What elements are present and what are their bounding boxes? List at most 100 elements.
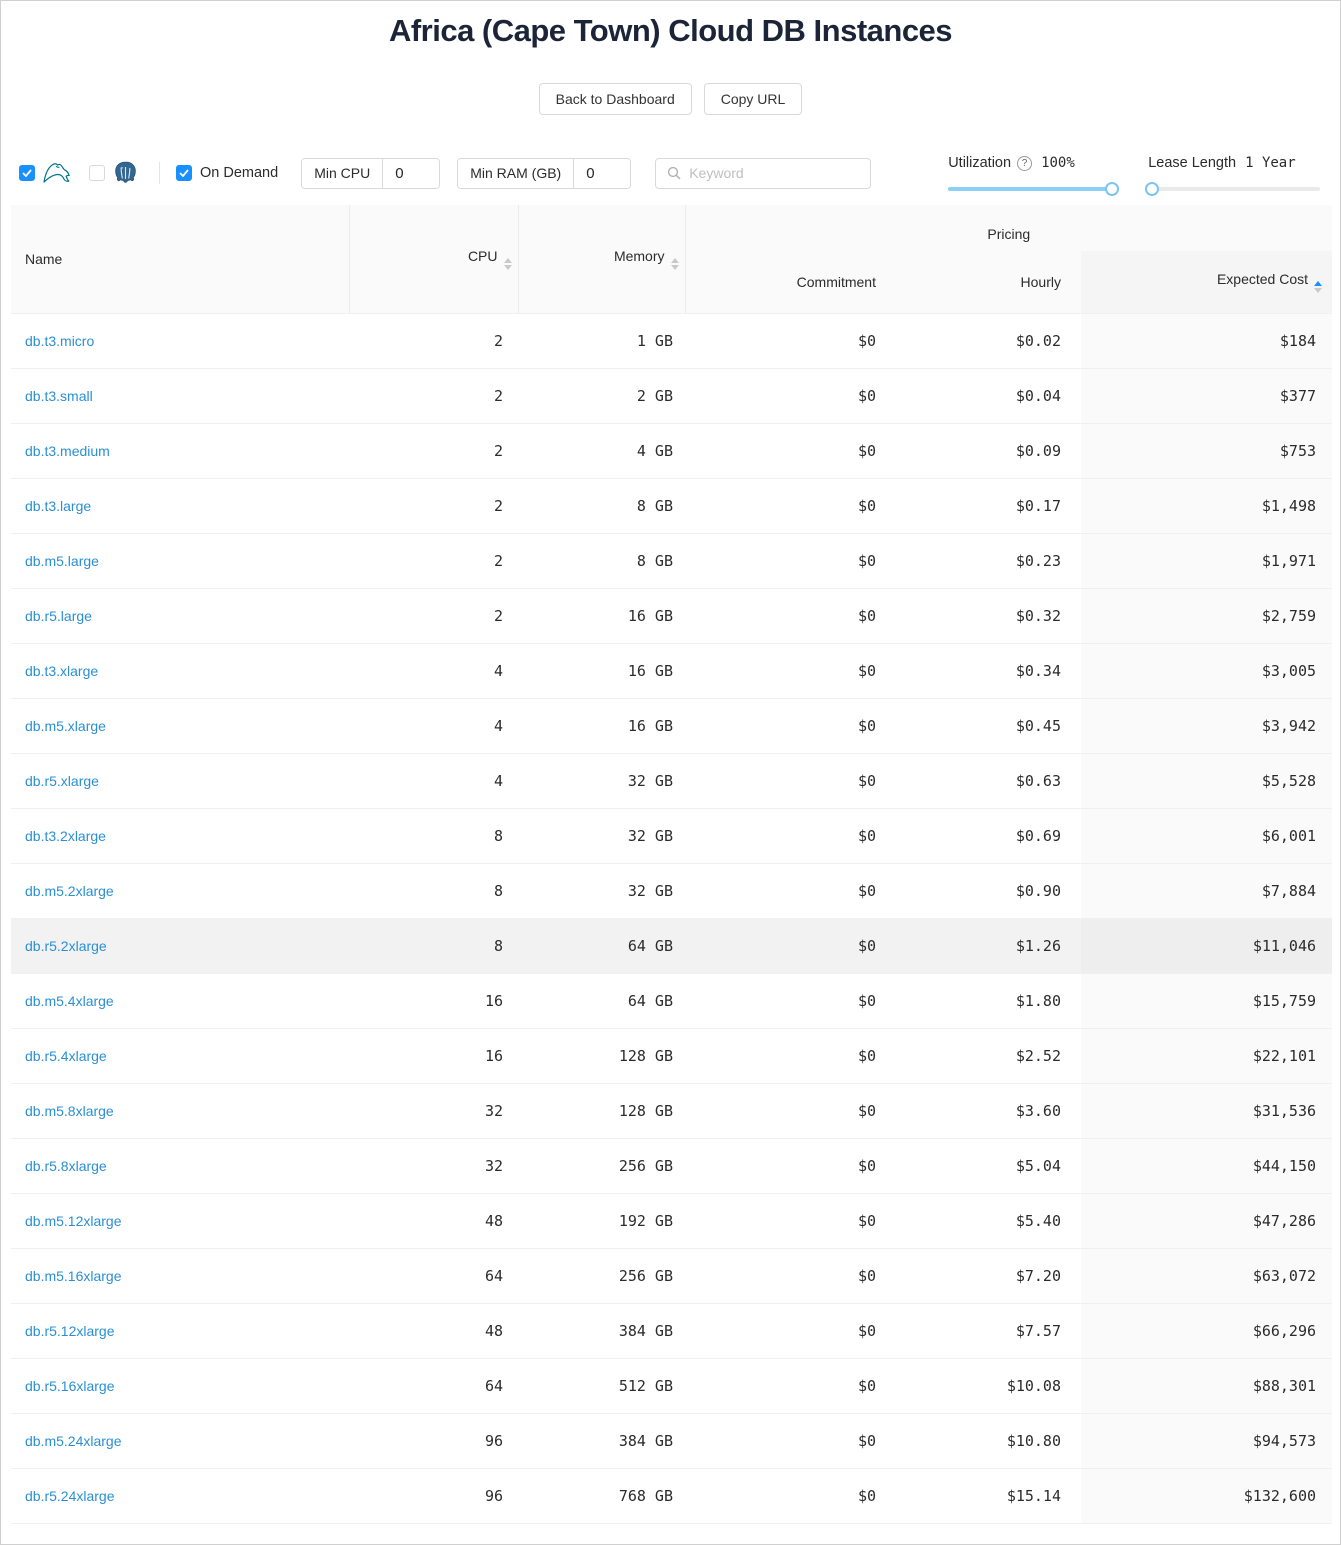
table-row[interactable]: db.t3.small 2 2 GB $0 $0.04 $377 bbox=[11, 368, 1332, 423]
cpu-sort-icon[interactable] bbox=[504, 258, 512, 270]
table-row[interactable]: db.t3.xlarge 4 16 GB $0 $0.34 $3,005 bbox=[11, 643, 1332, 698]
table-row[interactable]: db.r5.24xlarge 96 768 GB $0 $15.14 $132,… bbox=[11, 1468, 1332, 1523]
instance-name-link[interactable]: db.m5.2xlarge bbox=[25, 883, 114, 899]
table-row[interactable]: db.m5.large 2 8 GB $0 $0.23 $1,971 bbox=[11, 533, 1332, 588]
commitment-cell: $0 bbox=[685, 313, 887, 368]
expected-cost-cell: $3,942 bbox=[1081, 698, 1332, 753]
column-header-cpu[interactable]: CPU bbox=[349, 205, 518, 313]
table-row[interactable]: db.m5.2xlarge 8 32 GB $0 $0.90 $7,884 bbox=[11, 863, 1332, 918]
expected-cost-sort-icon[interactable] bbox=[1314, 281, 1322, 293]
instance-name-link[interactable]: db.r5.4xlarge bbox=[25, 1048, 107, 1064]
table-row[interactable]: db.m5.xlarge 4 16 GB $0 $0.45 $3,942 bbox=[11, 698, 1332, 753]
help-icon[interactable]: ? bbox=[1017, 156, 1032, 171]
expected-cost-cell: $63,072 bbox=[1081, 1248, 1332, 1303]
column-header-expected-cost[interactable]: Expected Cost bbox=[1081, 251, 1332, 313]
memory-cell: 32 GB bbox=[518, 808, 685, 863]
table-row[interactable]: db.r5.16xlarge 64 512 GB $0 $10.08 $88,3… bbox=[11, 1358, 1332, 1413]
table-row[interactable]: db.t3.large 2 8 GB $0 $0.17 $1,498 bbox=[11, 478, 1332, 533]
instance-name-link[interactable]: db.r5.large bbox=[25, 608, 92, 624]
memory-cell: 128 GB bbox=[518, 1083, 685, 1138]
expected-cost-cell: $15,759 bbox=[1081, 973, 1332, 1028]
hourly-cell: $0.69 bbox=[887, 808, 1081, 863]
hourly-cell: $5.40 bbox=[887, 1193, 1081, 1248]
instance-name-link[interactable]: db.t3.small bbox=[25, 388, 93, 404]
column-header-hourly[interactable]: Hourly bbox=[887, 251, 1081, 313]
table-row[interactable]: db.m5.4xlarge 16 64 GB $0 $1.80 $15,759 bbox=[11, 973, 1332, 1028]
table-row[interactable]: db.m5.16xlarge 64 256 GB $0 $7.20 $63,07… bbox=[11, 1248, 1332, 1303]
mysql-filter[interactable] bbox=[19, 161, 72, 185]
column-group-pricing: Pricing bbox=[685, 205, 1332, 251]
page: Africa (Cape Town) Cloud DB Instances Ba… bbox=[0, 0, 1341, 1545]
commitment-cell: $0 bbox=[685, 588, 887, 643]
keyword-input[interactable] bbox=[689, 165, 859, 181]
commitment-cell: $0 bbox=[685, 753, 887, 808]
instance-name-link[interactable]: db.t3.micro bbox=[25, 333, 94, 349]
instance-name-link[interactable]: db.t3.xlarge bbox=[25, 663, 98, 679]
column-header-memory[interactable]: Memory bbox=[518, 205, 685, 313]
table-row[interactable]: db.m5.12xlarge 48 192 GB $0 $5.40 $47,28… bbox=[11, 1193, 1332, 1248]
instance-name-link[interactable]: db.m5.4xlarge bbox=[25, 993, 114, 1009]
column-header-commitment[interactable]: Commitment bbox=[685, 251, 887, 313]
on-demand-filter[interactable]: On Demand bbox=[176, 165, 278, 181]
instance-name-link[interactable]: db.r5.8xlarge bbox=[25, 1158, 107, 1174]
expected-cost-cell: $31,536 bbox=[1081, 1083, 1332, 1138]
table-row[interactable]: db.t3.2xlarge 8 32 GB $0 $0.69 $6,001 bbox=[11, 808, 1332, 863]
back-to-dashboard-button[interactable]: Back to Dashboard bbox=[539, 83, 692, 115]
on-demand-checkbox[interactable] bbox=[176, 165, 192, 181]
table-row[interactable]: db.m5.24xlarge 96 384 GB $0 $10.80 $94,5… bbox=[11, 1413, 1332, 1468]
table-row[interactable]: db.t3.medium 2 4 GB $0 $0.09 $753 bbox=[11, 423, 1332, 478]
page-title: Africa (Cape Town) Cloud DB Instances bbox=[1, 13, 1340, 49]
instance-name-link[interactable]: db.r5.xlarge bbox=[25, 773, 99, 789]
table-row[interactable]: db.r5.8xlarge 32 256 GB $0 $5.04 $44,150 bbox=[11, 1138, 1332, 1193]
memory-cell: 4 GB bbox=[518, 423, 685, 478]
instance-name-link[interactable]: db.t3.medium bbox=[25, 443, 110, 459]
lease-length-slider[interactable] bbox=[1148, 187, 1320, 191]
column-header-name[interactable]: Name bbox=[11, 205, 349, 313]
hourly-cell: $0.04 bbox=[887, 368, 1081, 423]
memory-cell: 16 GB bbox=[518, 698, 685, 753]
utilization-slider-handle[interactable] bbox=[1105, 182, 1119, 196]
commitment-cell: $0 bbox=[685, 1248, 887, 1303]
instance-name-link[interactable]: db.t3.large bbox=[25, 498, 91, 514]
copy-url-button[interactable]: Copy URL bbox=[704, 83, 803, 115]
utilization-slider[interactable] bbox=[948, 187, 1116, 191]
instance-name-link[interactable]: db.m5.xlarge bbox=[25, 718, 106, 734]
instance-name-link[interactable]: db.m5.24xlarge bbox=[25, 1433, 122, 1449]
commitment-cell: $0 bbox=[685, 368, 887, 423]
instance-name-link[interactable]: db.m5.16xlarge bbox=[25, 1268, 122, 1284]
memory-sort-icon[interactable] bbox=[671, 258, 679, 270]
table-row[interactable]: db.r5.xlarge 4 32 GB $0 $0.63 $5,528 bbox=[11, 753, 1332, 808]
min-ram-input[interactable] bbox=[574, 159, 630, 188]
instance-name-link[interactable]: db.t3.2xlarge bbox=[25, 828, 106, 844]
cpu-cell: 8 bbox=[349, 863, 518, 918]
postgres-filter[interactable] bbox=[89, 160, 139, 187]
commitment-cell: $0 bbox=[685, 973, 887, 1028]
instance-name-link[interactable]: db.r5.2xlarge bbox=[25, 938, 107, 954]
postgres-elephant-icon bbox=[112, 160, 139, 187]
mysql-checkbox[interactable] bbox=[19, 165, 35, 181]
hourly-cell: $0.45 bbox=[887, 698, 1081, 753]
table-row[interactable]: db.r5.4xlarge 16 128 GB $0 $2.52 $22,101 bbox=[11, 1028, 1332, 1083]
min-cpu-filter: Min CPU bbox=[301, 158, 440, 189]
table-row[interactable]: db.t3.micro 2 1 GB $0 $0.02 $184 bbox=[11, 313, 1332, 368]
instance-name-link[interactable]: db.m5.8xlarge bbox=[25, 1103, 114, 1119]
instance-name-link[interactable]: db.m5.large bbox=[25, 553, 99, 569]
filter-bar: On Demand Min CPU Min RAM (GB) Utilizati… bbox=[1, 155, 1340, 191]
memory-cell: 384 GB bbox=[518, 1303, 685, 1358]
commitment-cell: $0 bbox=[685, 533, 887, 588]
instance-name-link[interactable]: db.r5.16xlarge bbox=[25, 1378, 115, 1394]
min-cpu-input[interactable] bbox=[383, 159, 439, 188]
table-row[interactable]: db.r5.large 2 16 GB $0 $0.32 $2,759 bbox=[11, 588, 1332, 643]
table-row[interactable]: db.r5.2xlarge 8 64 GB $0 $1.26 $11,046 bbox=[11, 918, 1332, 973]
commitment-cell: $0 bbox=[685, 478, 887, 533]
commitment-cell: $0 bbox=[685, 1413, 887, 1468]
expected-cost-cell: $6,001 bbox=[1081, 808, 1332, 863]
cpu-cell: 8 bbox=[349, 808, 518, 863]
instance-name-link[interactable]: db.r5.12xlarge bbox=[25, 1323, 115, 1339]
table-row[interactable]: db.r5.12xlarge 48 384 GB $0 $7.57 $66,29… bbox=[11, 1303, 1332, 1358]
lease-length-slider-handle[interactable] bbox=[1145, 182, 1159, 196]
table-row[interactable]: db.m5.8xlarge 32 128 GB $0 $3.60 $31,536 bbox=[11, 1083, 1332, 1138]
postgres-checkbox[interactable] bbox=[89, 165, 105, 181]
instance-name-link[interactable]: db.r5.24xlarge bbox=[25, 1488, 115, 1504]
instance-name-link[interactable]: db.m5.12xlarge bbox=[25, 1213, 122, 1229]
